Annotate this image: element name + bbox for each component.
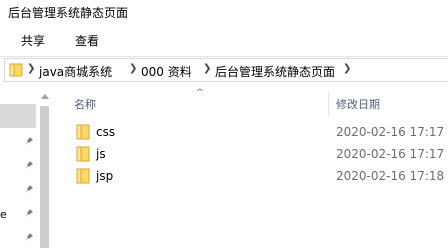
file-row[interactable]: js 2020-02-16 17:17 xyxy=(72,144,448,164)
file-name: css xyxy=(96,125,116,139)
pin-icon[interactable] xyxy=(24,232,34,242)
column-separator[interactable] xyxy=(328,92,329,116)
sort-indicator-icon: ^ xyxy=(196,88,204,98)
nav-item-label[interactable]: e xyxy=(0,208,7,221)
window-title: 后台管理系统静态页面 xyxy=(8,6,129,20)
folder-icon xyxy=(76,168,90,184)
file-list: ^ 名称 修改日期 css 2020-02-16 17:17 js 2020-0… xyxy=(52,84,448,248)
scroll-up-icon[interactable] xyxy=(41,94,49,99)
pin-icon[interactable] xyxy=(24,136,34,146)
pin-icon[interactable] xyxy=(24,184,34,194)
breadcrumb-separator-icon[interactable]: ❯ xyxy=(203,63,211,74)
ribbon-divider xyxy=(0,56,448,57)
pin-icon[interactable] xyxy=(24,160,34,170)
address-bar[interactable]: ❯ java商城系统 ❯ 000 资料 ❯ 后台管理系统静态页面 ❯ xyxy=(4,58,448,82)
file-modified-date: 2020-02-16 17:17 xyxy=(336,125,445,139)
file-name: jsp xyxy=(96,169,114,183)
tab-view[interactable]: 查看 xyxy=(75,32,99,49)
ribbon: 共享 查看 xyxy=(0,24,448,56)
breadcrumb-separator-icon[interactable]: ❯ xyxy=(27,63,35,74)
title-bar: 后台管理系统静态页面 xyxy=(0,0,448,24)
pin-icon[interactable] xyxy=(24,208,34,218)
file-row[interactable]: jsp 2020-02-16 17:18 xyxy=(72,166,448,186)
nav-scrollbar[interactable] xyxy=(38,84,52,248)
breadcrumb-java-mall-system[interactable]: java商城系统 xyxy=(39,63,112,80)
scroll-thumb[interactable] xyxy=(40,106,49,248)
explorer-window: 后台管理系统静态页面 共享 查看 ❯ java商城系统 ❯ 000 资料 ❯ 后… xyxy=(0,0,448,248)
file-row[interactable]: css 2020-02-16 17:17 xyxy=(72,122,448,142)
column-header-name[interactable]: 名称 xyxy=(74,96,96,112)
tab-share[interactable]: 共享 xyxy=(21,32,45,49)
nav-item-selected[interactable] xyxy=(0,104,36,128)
folder-icon xyxy=(76,124,90,140)
folder-icon xyxy=(76,146,90,162)
file-name: js xyxy=(96,147,106,161)
breadcrumb-admin-static-pages[interactable]: 后台管理系统静态页面 xyxy=(215,63,335,80)
breadcrumb-separator-icon[interactable]: ❯ xyxy=(129,63,137,74)
file-modified-date: 2020-02-16 17:17 xyxy=(336,147,445,161)
column-header-modified[interactable]: 修改日期 xyxy=(336,96,380,112)
folder-icon xyxy=(9,63,23,77)
breadcrumb-000-resources[interactable]: 000 资料 xyxy=(141,63,192,80)
file-modified-date: 2020-02-16 17:18 xyxy=(336,169,445,183)
breadcrumb-separator-icon[interactable]: ❯ xyxy=(343,63,351,74)
